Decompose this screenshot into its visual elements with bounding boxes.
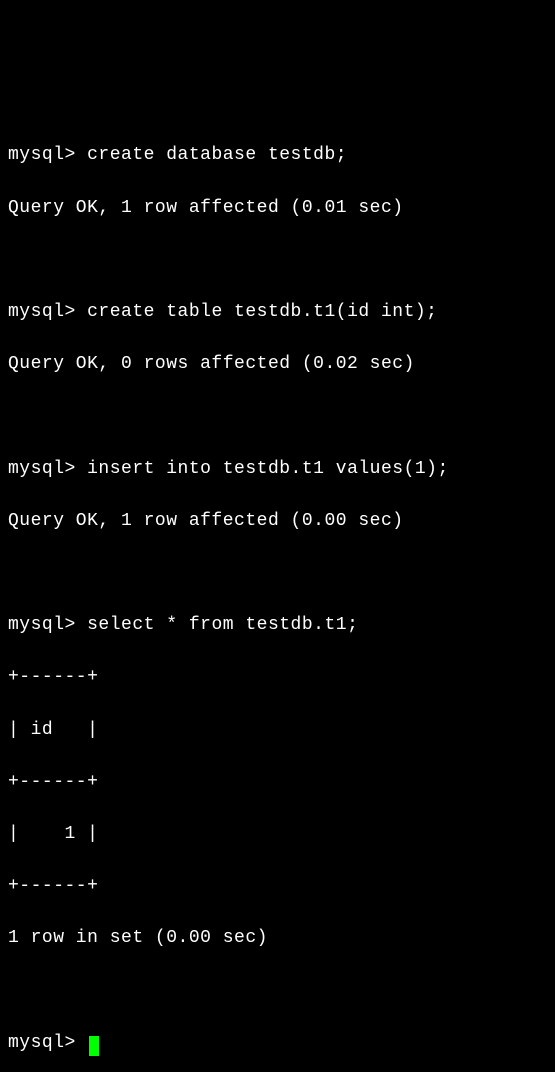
command: create table testdb.t1(id int); xyxy=(87,302,437,322)
block-3: mysql> insert into testdb.t1 values(1); xyxy=(8,456,547,482)
prompt: mysql> xyxy=(8,145,87,165)
blank-line xyxy=(8,403,547,429)
prompt: mysql> xyxy=(8,615,87,635)
result: Query OK, 1 row affected (0.00 sec) xyxy=(8,508,547,534)
block-select: mysql> select * from testdb.t1; xyxy=(8,612,547,638)
command: select * from testdb.t1; xyxy=(87,615,358,635)
prompt: mysql> xyxy=(8,459,87,479)
table-border-bottom: +------+ xyxy=(8,873,547,899)
cursor-icon xyxy=(89,1036,99,1056)
command: insert into testdb.t1 values(1); xyxy=(87,459,449,479)
result: Query OK, 1 row affected (0.01 sec) xyxy=(8,195,547,221)
mysql-terminal[interactable]: mysql> create database testdb; Query OK,… xyxy=(8,116,547,1072)
command: create database testdb; xyxy=(87,145,347,165)
table-border-mid: +------+ xyxy=(8,769,547,795)
blank-line xyxy=(8,247,547,273)
footer-result: 1 row in set (0.00 sec) xyxy=(8,925,547,951)
blank-line xyxy=(8,560,547,586)
prompt: mysql> xyxy=(8,302,87,322)
block-2: mysql> create table testdb.t1(id int); xyxy=(8,299,547,325)
blank-line xyxy=(8,977,547,1003)
result: Query OK, 0 rows affected (0.02 sec) xyxy=(8,351,547,377)
block-1: mysql> create database testdb; xyxy=(8,142,547,168)
prompt: mysql> xyxy=(8,1030,87,1056)
table-border-top: +------+ xyxy=(8,664,547,690)
table-row: | 1 | xyxy=(8,821,547,847)
active-prompt-line[interactable]: mysql> xyxy=(8,1030,547,1056)
table-header: | id | xyxy=(8,717,547,743)
